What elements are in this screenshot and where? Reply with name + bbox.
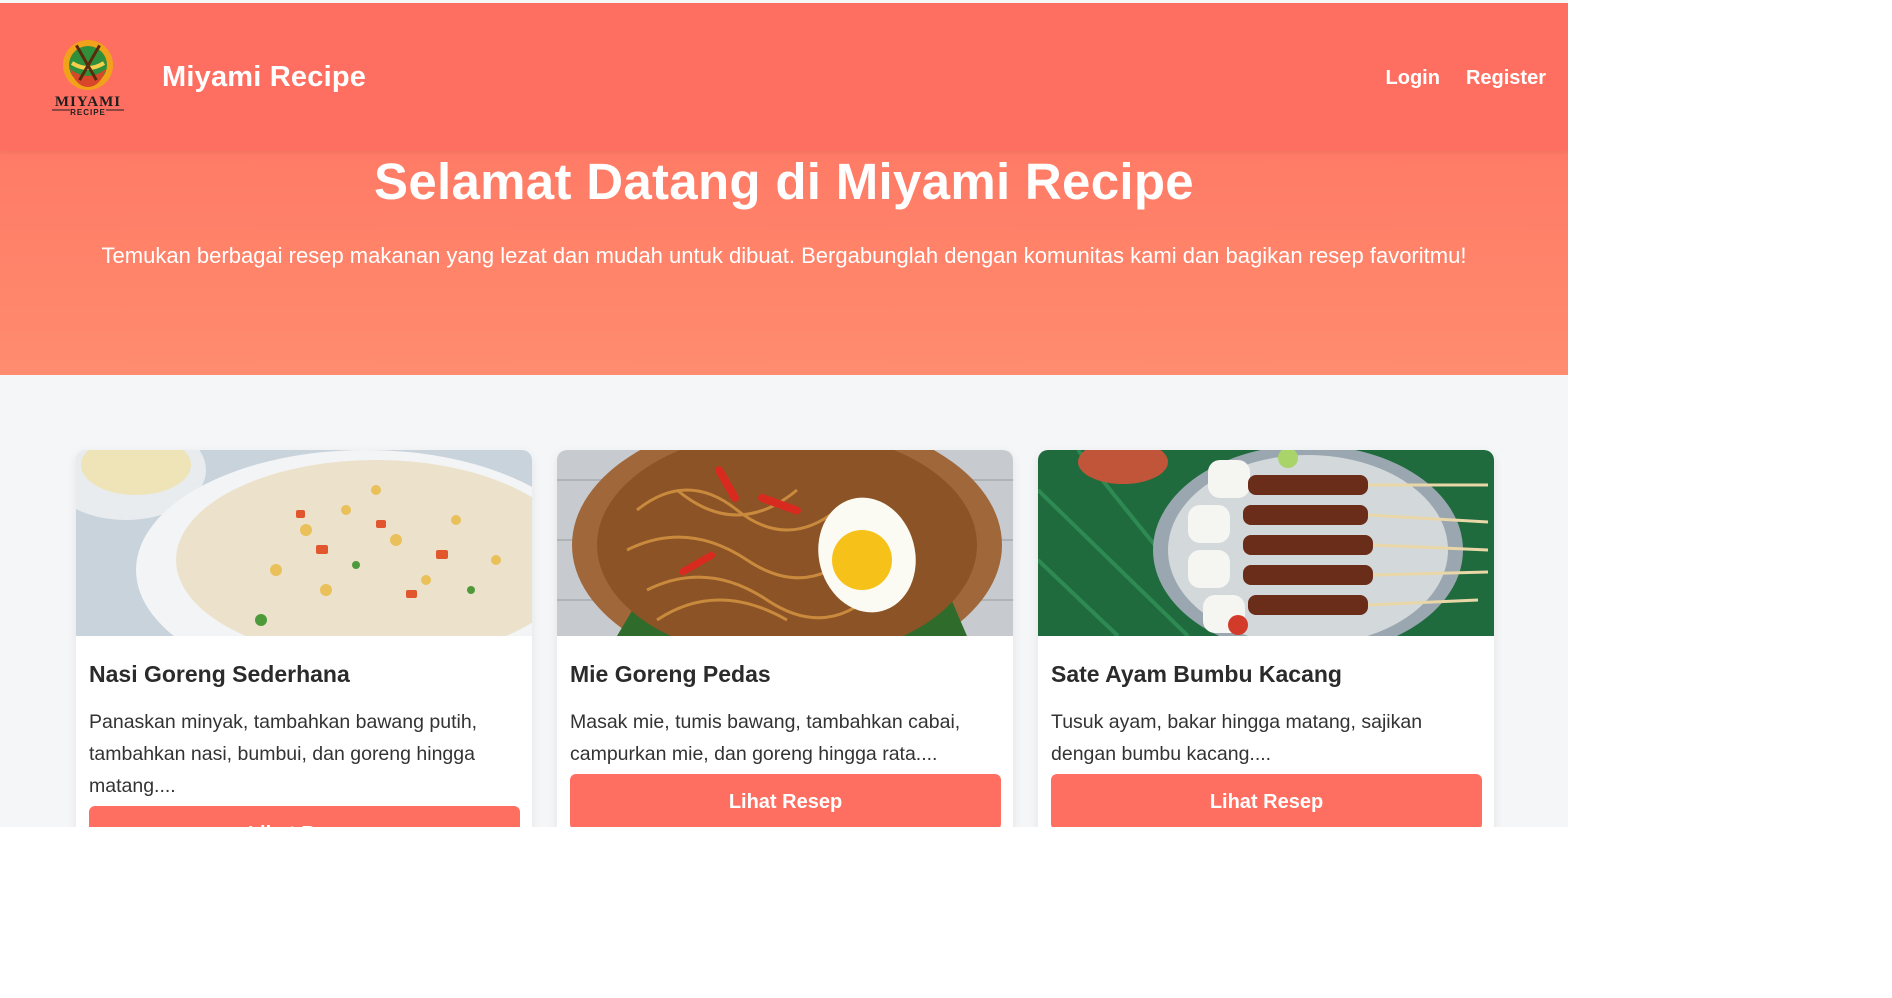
- recipe-description: Masak mie, tumis bawang, tambahkan cabai…: [570, 711, 961, 765]
- recipe-card: Mie Goreng Pedas Masak mie, tumis bawang…: [557, 450, 1013, 827]
- nav-links: Login Register: [1386, 67, 1546, 90]
- view-recipe-button[interactable]: Lihat Resep: [1051, 774, 1482, 827]
- recipe-title[interactable]: Nasi Goreng Sederhana: [89, 661, 519, 688]
- recipe-card: Nasi Goreng Sederhana Panaskan minyak, t…: [76, 450, 532, 827]
- login-link[interactable]: Login: [1386, 67, 1440, 90]
- recipe-description: Panaskan minyak, tambahkan bawang putih,…: [89, 711, 478, 797]
- brand-name[interactable]: Miyami Recipe: [162, 61, 366, 94]
- view-recipe-button[interactable]: Lihat Resep: [89, 806, 520, 827]
- recipe-title[interactable]: Mie Goreng Pedas: [570, 661, 1000, 688]
- page-viewport: MIYAMI RECIPE Miyami Recipe Login Regist…: [0, 0, 1568, 827]
- recipe-image-fried-rice[interactable]: [76, 450, 532, 636]
- recipe-image-fried-noodles[interactable]: [557, 450, 1013, 636]
- navbar: MIYAMI RECIPE Miyami Recipe Login Regist…: [0, 3, 1568, 151]
- register-link[interactable]: Register: [1466, 67, 1546, 90]
- recipe-title[interactable]: Sate Ayam Bumbu Kacang: [1051, 661, 1481, 688]
- recipe-description: Tusuk ayam, bakar hingga matang, sajikan…: [1051, 711, 1423, 765]
- hero-subtitle: Temukan berbagai resep makanan yang leza…: [101, 243, 1467, 268]
- recipe-image-chicken-satay[interactable]: [1038, 450, 1494, 636]
- view-recipe-button[interactable]: Lihat Resep: [570, 774, 1001, 827]
- logo-subtitle: RECIPE: [70, 108, 106, 117]
- hero-title: Selamat Datang di Miyami Recipe: [374, 153, 1194, 210]
- logo[interactable]: MIYAMI RECIPE: [48, 35, 128, 125]
- recipe-card: Sate Ayam Bumbu Kacang Tusuk ayam, bakar…: [1038, 450, 1494, 827]
- logo-icon: MIYAMI RECIPE: [52, 40, 124, 117]
